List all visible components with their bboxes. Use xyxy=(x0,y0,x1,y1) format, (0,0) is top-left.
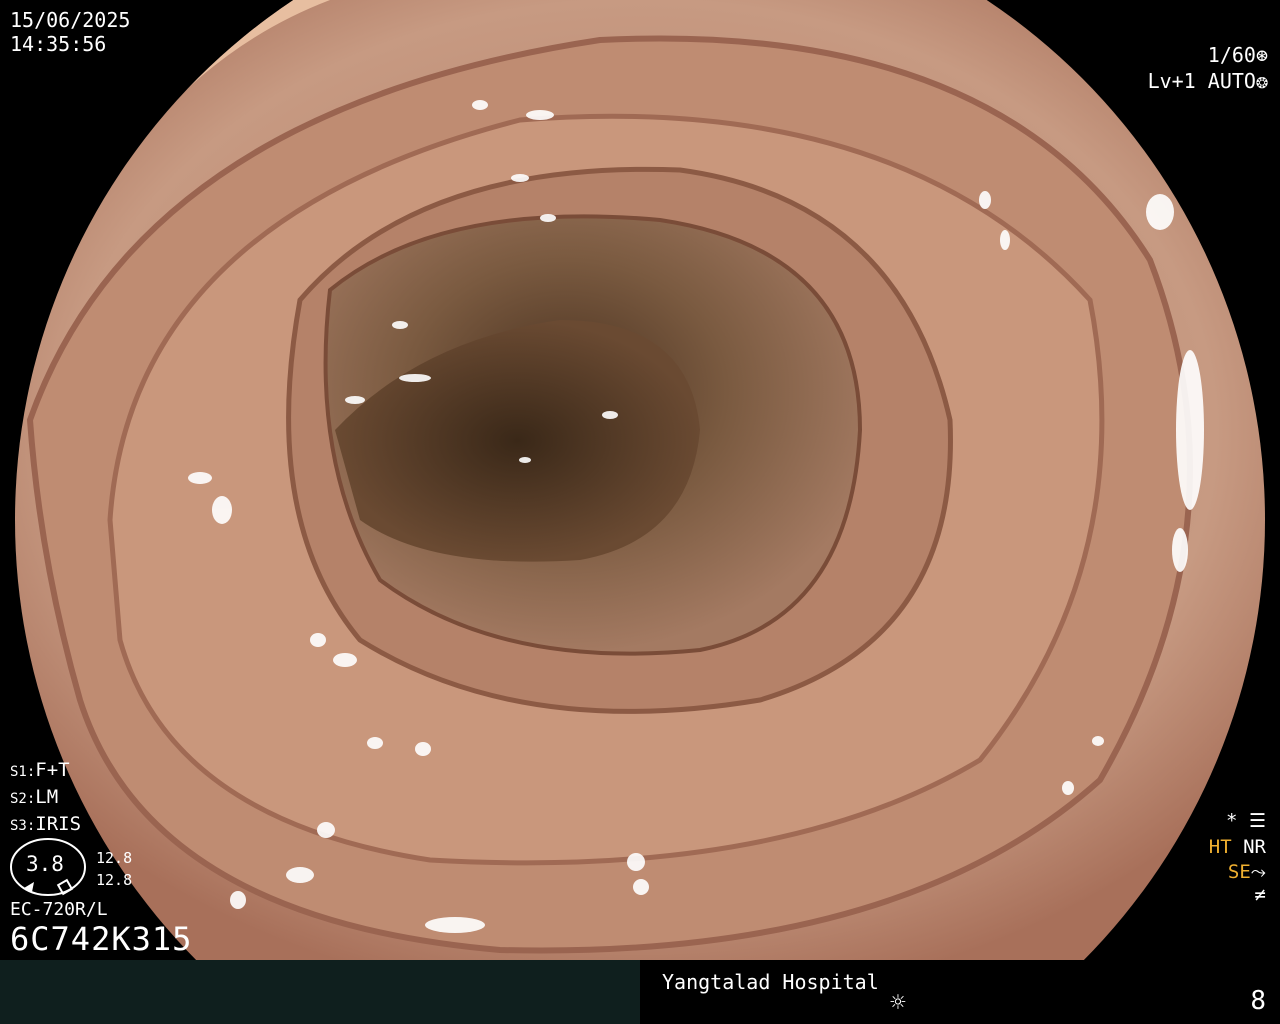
settings-indicator: * ☰ xyxy=(1226,810,1266,832)
se-indicator: SE xyxy=(1227,861,1251,883)
level-row: Lv+1 AUTO❂ xyxy=(1148,68,1268,94)
shutter-row: 1/60⊛ xyxy=(1148,42,1268,68)
no-flicker-icon: ≠ xyxy=(1254,884,1266,906)
scope-switch-settings: S1:F+T S2:LM S3:IRIS xyxy=(10,758,81,839)
brightness-level: Lv+1 xyxy=(1147,69,1196,93)
setting-s3: S3:IRIS xyxy=(10,812,81,839)
iris-mode: AUTO xyxy=(1207,69,1256,93)
gauge-lower: 12.8 xyxy=(96,871,133,889)
setting-s2: S2:LM xyxy=(10,785,81,812)
setting-value: F+T xyxy=(35,759,70,781)
datetime: 15/06/2025 14:35:56 xyxy=(10,8,130,56)
hospital-name: Yangtalad Hospital xyxy=(662,970,879,994)
setting-s1: S1:F+T xyxy=(10,758,81,785)
footer-left-bar xyxy=(0,960,640,1024)
time: 14:35:56 xyxy=(10,32,107,56)
gauge-value: 3.8 xyxy=(26,852,64,876)
setting-key: S2: xyxy=(10,791,36,807)
settings-icon: ☰ xyxy=(1248,810,1266,832)
se-indicator-row: SE⤳ xyxy=(1228,861,1266,883)
nr-indicator: NR xyxy=(1243,836,1266,858)
scope-model: EC-720R/L xyxy=(10,899,108,920)
setting-value: LM xyxy=(35,786,59,808)
shutter-icon: ⊛ xyxy=(1255,43,1268,67)
gauge-side-values: 12.8 12.8 xyxy=(96,847,132,891)
light-icon: ☼ xyxy=(890,988,906,1018)
image-number: 8 xyxy=(1250,986,1266,1016)
gauge-upper: 12.8 xyxy=(96,849,133,867)
iris-icon: ❂ xyxy=(1255,69,1268,93)
structure-enhance-icon: ⤳ xyxy=(1250,861,1266,883)
ht-indicator: HT xyxy=(1208,836,1232,858)
setting-value: IRIS xyxy=(35,813,82,835)
date: 15/06/2025 xyxy=(10,8,131,32)
star-indicator: * xyxy=(1226,810,1238,832)
shutter-speed: 1/60 xyxy=(1207,43,1256,67)
endoscope-view xyxy=(0,0,1280,960)
ht-nr-indicator: HT NR xyxy=(1209,836,1266,858)
exposure-info: 1/60⊛ Lv+1 AUTO❂ xyxy=(1148,42,1268,94)
setting-key: S3: xyxy=(10,818,36,834)
setting-key: S1: xyxy=(10,764,36,780)
scope-serial: 6C742K315 xyxy=(10,920,193,958)
